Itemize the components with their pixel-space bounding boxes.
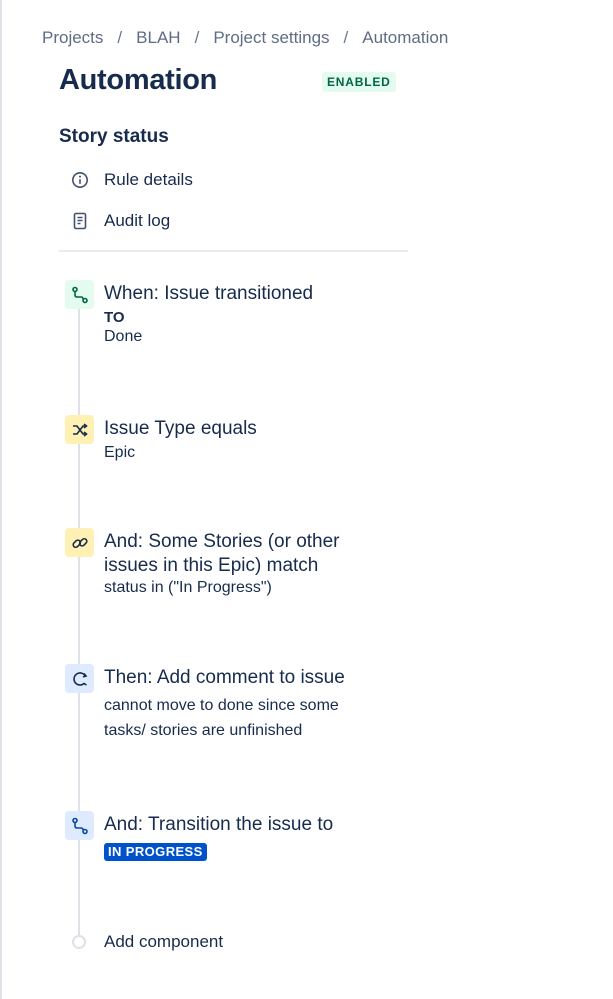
breadcrumb-project-settings[interactable]: Project settings [213, 28, 329, 48]
trigger-content: When: Issue transitioned TO Done [104, 282, 404, 347]
timeline-line [78, 296, 80, 938]
step-heading: Issue Type equals [104, 418, 257, 439]
status-badge: ENABLED [322, 72, 396, 92]
breadcrumb: Projects / BLAH / Project settings / Aut… [42, 28, 448, 48]
audit-log-label: Audit log [104, 211, 171, 230]
step-detail: Epic [104, 444, 136, 461]
breadcrumb-separator: / [117, 28, 123, 47]
rule-name: Story status [59, 126, 169, 147]
add-component-dot-icon [72, 935, 86, 949]
transition-action-content: And: Transition the issue to IN PROGRESS [104, 813, 404, 861]
step-detail-line1: cannot move to done since some [104, 697, 339, 714]
add-component-label: Add component [104, 932, 224, 951]
transition-icon [65, 280, 94, 309]
step-to-label: TO [104, 309, 125, 326]
info-icon [66, 166, 94, 194]
divider [59, 250, 408, 252]
step-detail: Done [104, 328, 143, 345]
add-component-button[interactable]: Add component [72, 932, 223, 952]
step-heading-line1: And: Some Stories (or other [104, 531, 340, 552]
step-heading: Then: Add comment to issue [104, 667, 345, 688]
link-icon [65, 528, 94, 557]
step-heading-line2: issues in this Epic) match [104, 555, 319, 576]
related-issues-content: And: Some Stories (or other issues in th… [104, 530, 404, 598]
rule-details-label: Rule details [104, 170, 193, 189]
condition-content: Issue Type equals Epic [104, 417, 404, 463]
breadcrumb-separator: / [343, 28, 349, 47]
comment-action-content: Then: Add comment to issue cannot move t… [104, 666, 404, 743]
audit-log-link[interactable]: Audit log [66, 207, 170, 235]
step-detail: status in ("In Progress") [104, 579, 272, 596]
page-title: Automation [59, 64, 218, 96]
audit-log-icon [66, 207, 94, 235]
breadcrumb-automation[interactable]: Automation [362, 28, 448, 48]
step-heading: And: Transition the issue to [104, 814, 334, 835]
breadcrumb-project[interactable]: BLAH [136, 28, 180, 48]
breadcrumb-projects[interactable]: Projects [42, 28, 103, 48]
status-lozenge: IN PROGRESS [104, 843, 207, 861]
shuffle-icon [65, 415, 94, 444]
comment-icon [65, 664, 94, 693]
left-border [0, 0, 2, 999]
step-detail-line2: tasks/ stories are unfinished [104, 722, 303, 739]
rule-details-link[interactable]: Rule details [66, 166, 193, 194]
transition-icon [65, 811, 94, 840]
step-heading: When: Issue transitioned [104, 283, 314, 304]
breadcrumb-separator: / [194, 28, 200, 47]
